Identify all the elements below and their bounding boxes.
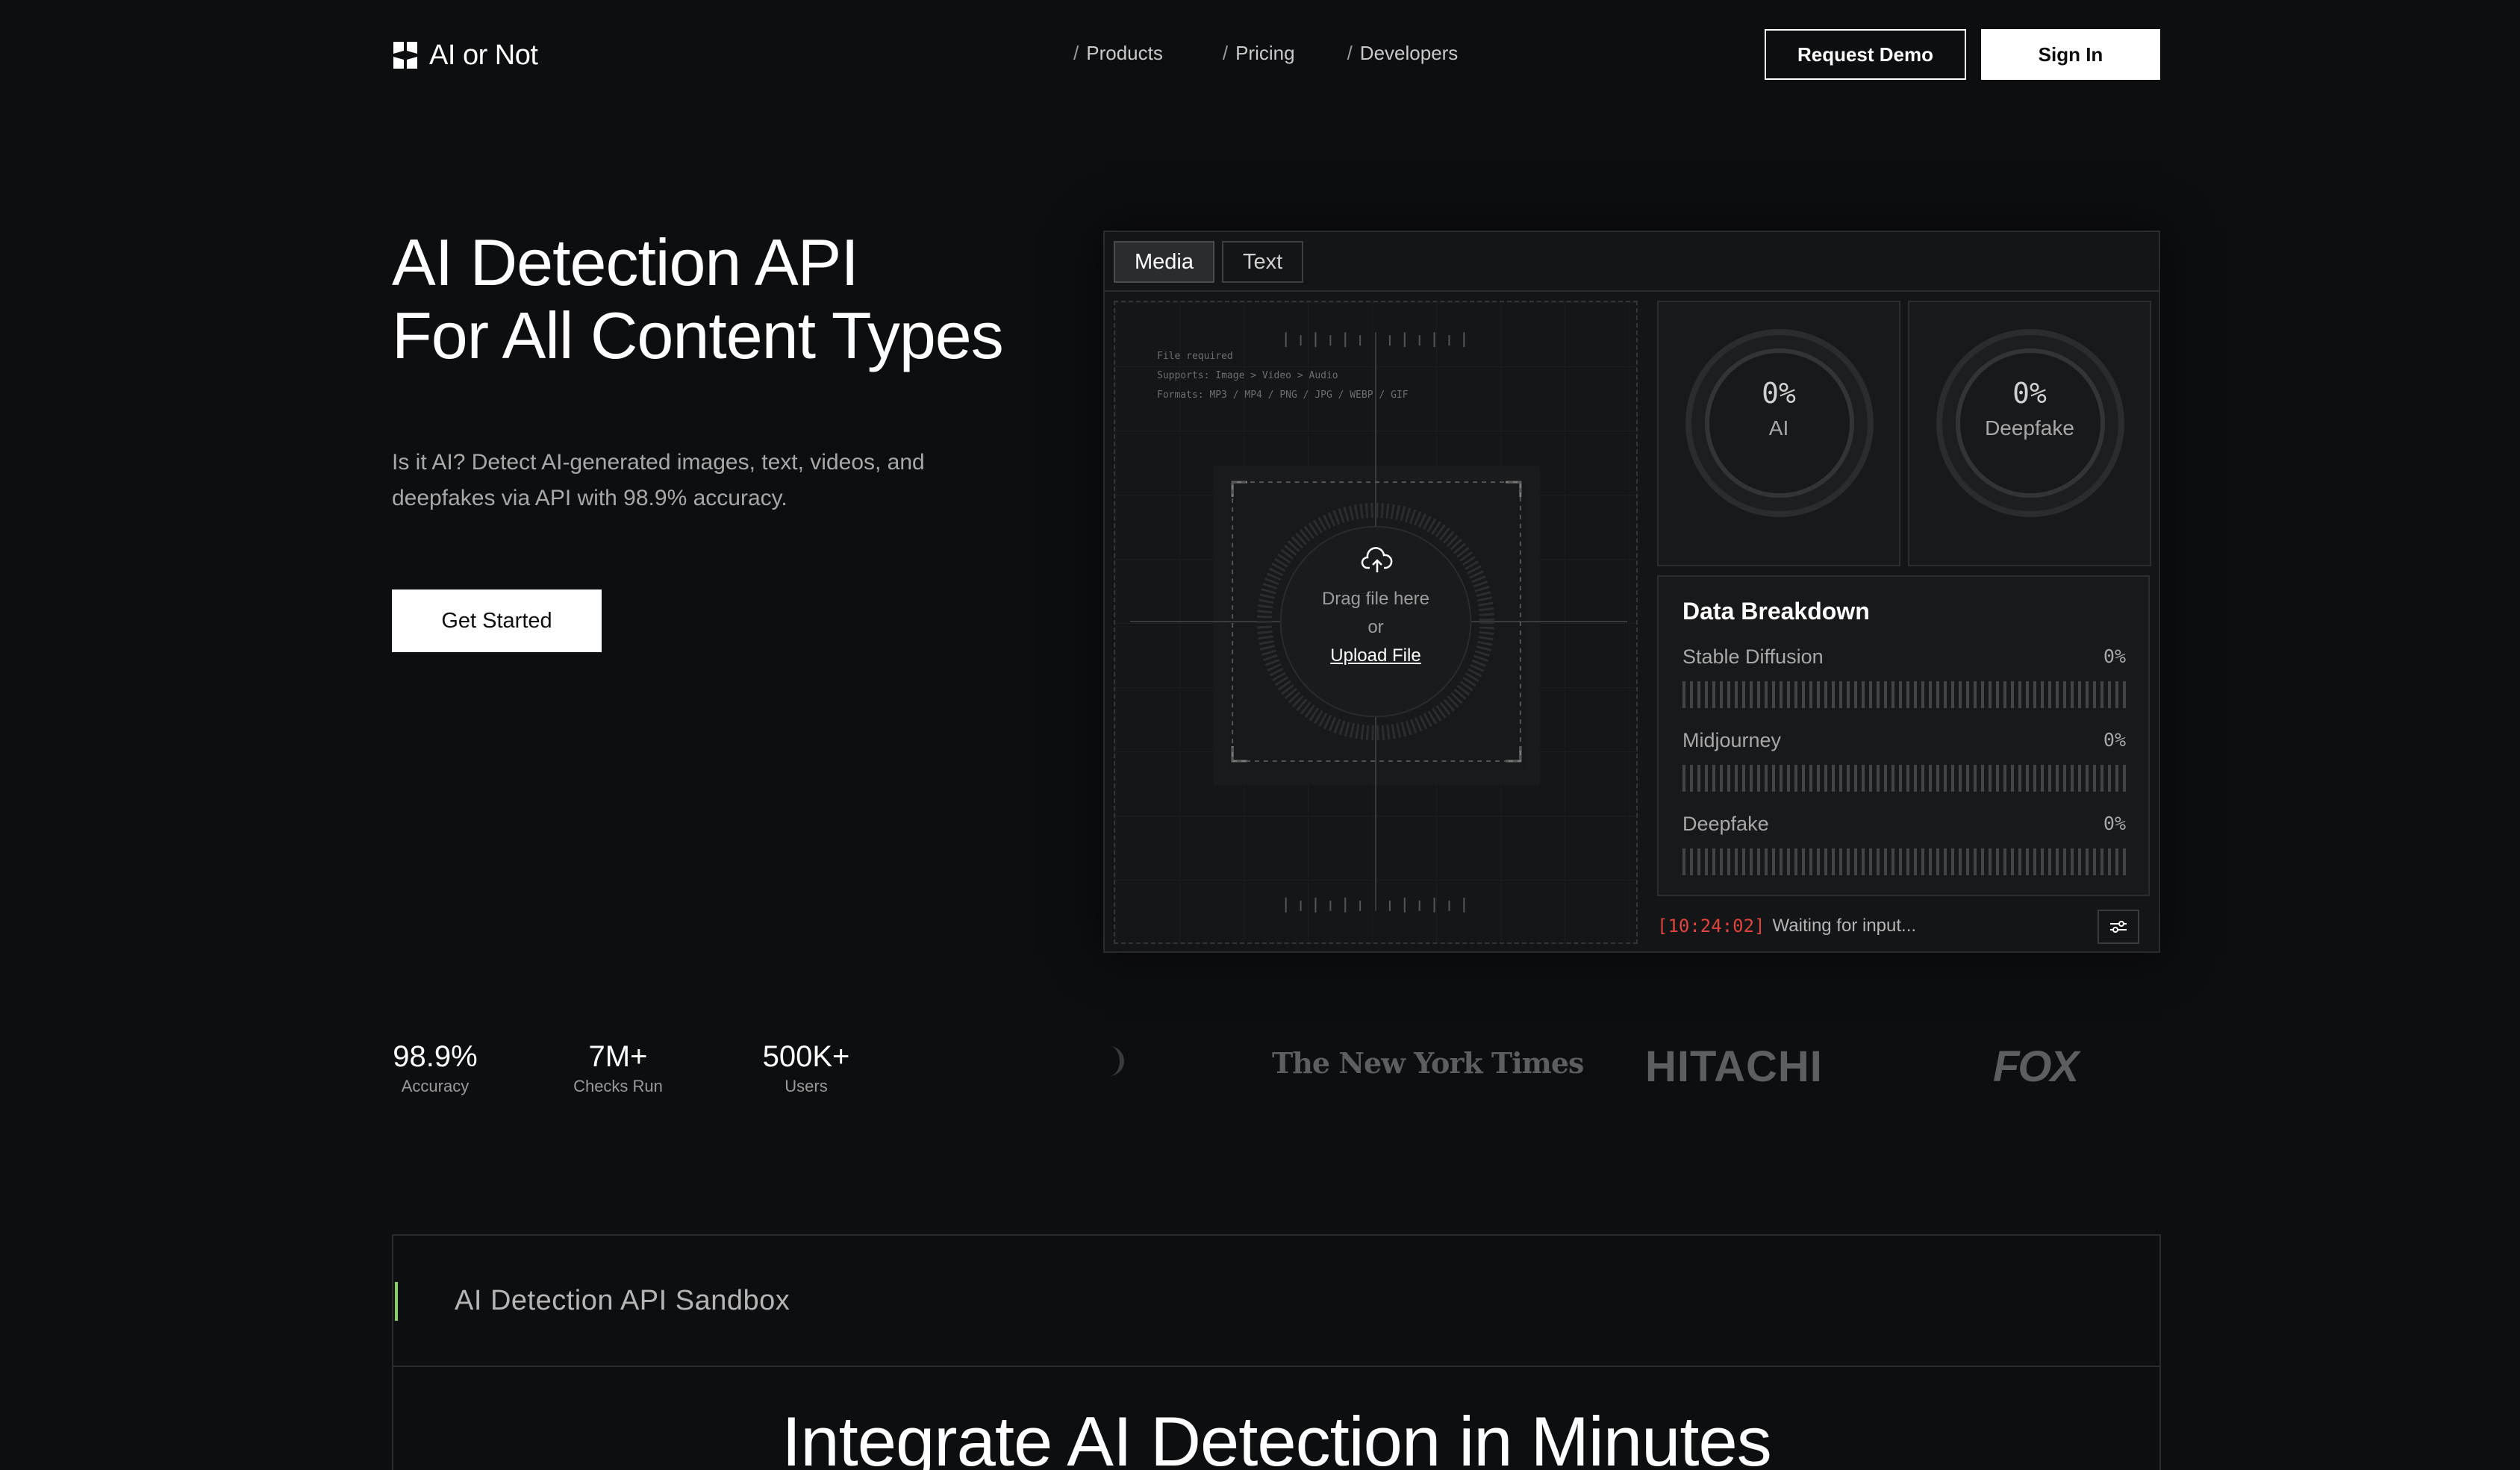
hitachi-logo: HITACHI [1645, 1042, 1823, 1091]
stat-label: Accuracy [401, 1077, 470, 1095]
breakdown-row: Stable Diffusion 0% [1682, 645, 2126, 708]
breakdown-value: 0% [2103, 813, 2126, 834]
breakdown-title: Data Breakdown [1682, 598, 1870, 625]
stat-label: Checks Run [573, 1077, 663, 1095]
breakdown-bar [1682, 681, 2126, 708]
widget-tabs: Media Text [1105, 232, 2159, 292]
drag-file-text: Drag file here [1321, 589, 1430, 609]
hero-title: AI Detection API For All Content Types [392, 226, 1064, 372]
status-timestamp: [10:24:02] [1657, 916, 1765, 936]
tab-media[interactable]: Media [1114, 241, 1214, 283]
hero-description: Is it AI? Detect AI-generated images, te… [392, 450, 925, 510]
logo-icon [392, 40, 419, 70]
nav-slash: / [1073, 42, 1079, 64]
upload-file-link[interactable]: Upload File [1115, 645, 1636, 666]
status-text: Waiting for input... [1772, 916, 1917, 936]
nav-slash: / [1347, 42, 1353, 64]
sliders-icon [2110, 921, 2127, 933]
deepfake-score-label: Deepfake [1985, 416, 2074, 440]
sandbox-section: AI Detection API Sandbox Integrate AI De… [392, 1234, 2161, 1470]
partial-logo [1102, 1046, 1124, 1076]
brand-logo[interactable]: AI or Not [392, 37, 538, 73]
breakdown-label: Deepfake [1682, 813, 1769, 835]
integrate-heading: Integrate AI Detection in Minutes [782, 1402, 1772, 1470]
nav-label: Pricing [1235, 42, 1295, 64]
breakdown-value: 0% [2103, 729, 2126, 751]
or-text: or [1367, 617, 1384, 637]
sandbox-title: AI Detection API Sandbox [455, 1285, 790, 1316]
ai-score-card: 0% AI [1657, 301, 1900, 566]
nav-label: Developers [1359, 42, 1459, 64]
sandbox-header: AI Detection API Sandbox [393, 1236, 2159, 1367]
nav-developers[interactable]: / Developers [1347, 42, 1459, 65]
main-nav: / Products / Pricing / Developers [1073, 42, 1458, 65]
detection-widget: Media Text File required Supports: Image… [1103, 231, 2160, 953]
tab-text[interactable]: Text [1222, 241, 1304, 283]
fox-logo: FOX [1993, 1042, 2079, 1091]
deepfake-score-value: 0% [2012, 377, 2047, 410]
nav-slash: / [1222, 42, 1229, 64]
stat-label: Users [785, 1077, 828, 1095]
status-bar: [10:24:02] Waiting for input... [1657, 907, 2150, 945]
hero-title-line1: AI Detection API [392, 225, 859, 299]
stat-checks: 7M+ Checks Run [567, 1040, 669, 1096]
stat-accuracy: 98.9% Accuracy [392, 1040, 478, 1096]
hero-title-line2: For All Content Types [392, 298, 1004, 372]
upload-dropzone[interactable]: File required Supports: Image > Video > … [1114, 301, 1638, 944]
breakdown-row: Midjourney 0% [1682, 729, 2126, 792]
data-breakdown-panel: Data Breakdown Stable Diffusion 0% Midjo… [1657, 575, 2150, 896]
breakdown-label: Stable Diffusion [1682, 645, 1824, 668]
upload-cloud-icon [1361, 545, 1394, 579]
breakdown-bar [1682, 765, 2126, 792]
stat-value: 500K+ [762, 1040, 850, 1073]
ai-score-value: 0% [1762, 377, 1796, 410]
sandbox-accent-bar [395, 1282, 398, 1321]
stat-users: 500K+ Users [757, 1040, 855, 1096]
nyt-logo: The New York Times [1272, 1046, 1584, 1080]
settings-button[interactable] [2098, 910, 2139, 944]
ai-score-label: AI [1768, 416, 1789, 440]
request-demo-button[interactable]: Request Demo [1765, 29, 1966, 80]
nav-pricing[interactable]: / Pricing [1223, 42, 1295, 65]
stat-value: 98.9% [393, 1040, 478, 1073]
get-started-button[interactable]: Get Started [392, 589, 602, 652]
nav-label: Products [1086, 42, 1163, 64]
breakdown-row: Deepfake 0% [1682, 813, 2126, 875]
breakdown-label: Midjourney [1682, 729, 1782, 751]
stat-value: 7M+ [588, 1040, 648, 1073]
breakdown-value: 0% [2103, 645, 2126, 667]
brand-name: AI or Not [429, 39, 538, 71]
deepfake-score-card: 0% Deepfake [1908, 301, 2151, 566]
breakdown-bar [1682, 848, 2126, 875]
nav-products[interactable]: / Products [1073, 42, 1163, 65]
sign-in-button[interactable]: Sign In [1981, 29, 2160, 80]
